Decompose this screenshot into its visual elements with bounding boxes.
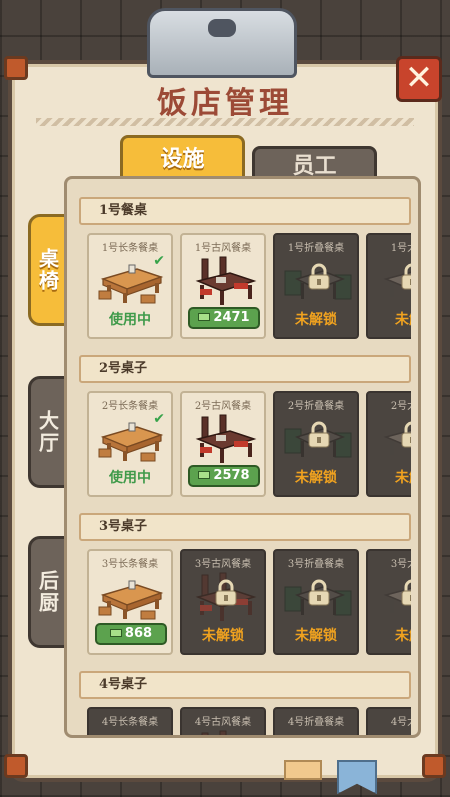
price-value: 868 bbox=[124, 626, 153, 641]
checkmark-icon: ✔ bbox=[153, 253, 165, 269]
table-section: 2号桌子2号长条餐桌✔使用中2号古风餐桌25782号折叠餐桌未解锁2号大理未解 bbox=[79, 355, 411, 503]
ancient-table-icon bbox=[190, 729, 260, 735]
in-use-label: 使用中 bbox=[109, 312, 151, 328]
cash-icon bbox=[198, 313, 211, 321]
card-name: 2号大理 bbox=[390, 401, 411, 412]
card-row: 1号长条餐桌✔使用中1号古风餐桌24711号折叠餐桌未解锁1号大理未解 bbox=[79, 225, 411, 345]
card-name: 2号古风餐桌 bbox=[194, 401, 252, 412]
clipboard-clip bbox=[147, 8, 297, 78]
lock-icon bbox=[398, 737, 411, 738]
bottom-tab[interactable] bbox=[284, 760, 322, 780]
board-corner-bottom-right bbox=[422, 754, 446, 778]
lock-icon bbox=[398, 421, 411, 449]
lock-icon bbox=[305, 579, 333, 607]
locked-label: 未解锁 bbox=[295, 628, 337, 644]
board-corner-top-left bbox=[4, 56, 28, 80]
table-card[interactable]: 3号折叠餐桌未解锁 bbox=[273, 549, 359, 655]
price-value: 2578 bbox=[213, 468, 250, 483]
card-name: 4号折叠餐桌 bbox=[287, 717, 345, 728]
folding-table-icon bbox=[283, 729, 353, 735]
side-tab-hall[interactable]: 大厅 bbox=[28, 376, 68, 488]
price-value: 2471 bbox=[213, 310, 250, 325]
table-card[interactable]: 2号古风餐桌 2578 bbox=[180, 391, 266, 497]
locked-label: 未解 bbox=[395, 312, 411, 328]
card-row: 4号长条餐桌 4号古风餐桌 4号折叠餐桌 4号大理 bbox=[79, 699, 411, 738]
card-name: 4号长条餐桌 bbox=[101, 717, 159, 728]
card-name: 4号古风餐桌 bbox=[194, 717, 252, 728]
facility-list-panel[interactable]: 1号餐桌1号长条餐桌✔使用中1号古风餐桌24711号折叠餐桌未解锁1号大理未解2… bbox=[64, 176, 421, 738]
table-section: 1号餐桌1号长条餐桌✔使用中1号古风餐桌24711号折叠餐桌未解锁1号大理未解 bbox=[79, 197, 411, 345]
locked-label: 未解 bbox=[395, 470, 411, 486]
card-name: 3号折叠餐桌 bbox=[287, 559, 345, 570]
card-name: 3号大理 bbox=[390, 559, 411, 570]
table-card[interactable]: 2号大理未解 bbox=[366, 391, 411, 497]
title-divider bbox=[36, 118, 414, 126]
buy-button[interactable]: 2578 bbox=[188, 465, 260, 487]
locked-label: 未解锁 bbox=[202, 628, 244, 644]
table-card[interactable]: 1号长条餐桌 ✔ 使用中 bbox=[87, 233, 173, 339]
lock-icon bbox=[212, 737, 240, 738]
card-name: 1号大理 bbox=[390, 243, 411, 254]
table-card[interactable]: 3号大理未解 bbox=[366, 549, 411, 655]
lock-icon bbox=[119, 737, 147, 738]
lock-icon bbox=[305, 263, 333, 291]
section-header: 3号桌子 bbox=[79, 513, 411, 541]
card-name: 1号长条餐桌 bbox=[101, 243, 159, 254]
table-card[interactable]: 2号长条餐桌 ✔ 使用中 bbox=[87, 391, 173, 497]
card-row: 3号长条餐桌8683号古风餐桌未解锁3号折叠餐桌未解锁3号大理未解 bbox=[79, 541, 411, 661]
ancient-table-icon bbox=[190, 413, 260, 465]
card-name: 3号古风餐桌 bbox=[194, 559, 252, 570]
table-card[interactable]: 3号古风餐桌未解锁 bbox=[180, 549, 266, 655]
locked-label: 未解锁 bbox=[295, 470, 337, 486]
table-section: 4号桌子 4号长条餐桌 4号古风餐桌 4号折叠餐桌 4号大理 bbox=[79, 671, 411, 738]
lock-icon bbox=[305, 421, 333, 449]
long-table-icon bbox=[97, 729, 167, 735]
table-card[interactable]: 4号长条餐桌 bbox=[87, 707, 173, 738]
board-corner-bottom-left bbox=[4, 754, 28, 778]
page-title: 饭店管理 bbox=[157, 86, 293, 121]
close-button[interactable]: ✕ bbox=[396, 56, 442, 102]
table-card[interactable]: 1号古风餐桌 2471 bbox=[180, 233, 266, 339]
cash-icon bbox=[198, 471, 211, 479]
card-name: 3号长条餐桌 bbox=[101, 559, 159, 570]
section-header: 4号桌子 bbox=[79, 671, 411, 699]
long-table-icon bbox=[97, 571, 167, 623]
section-header: 2号桌子 bbox=[79, 355, 411, 383]
section-header: 1号餐桌 bbox=[79, 197, 411, 225]
checkmark-icon: ✔ bbox=[153, 411, 165, 427]
card-row: 2号长条餐桌✔使用中2号古风餐桌25782号折叠餐桌未解锁2号大理未解 bbox=[79, 383, 411, 503]
card-name: 1号折叠餐桌 bbox=[287, 243, 345, 254]
lock-icon bbox=[305, 737, 333, 738]
buy-button[interactable]: 868 bbox=[95, 623, 167, 645]
card-name: 1号古风餐桌 bbox=[194, 243, 252, 254]
table-card[interactable]: 1号折叠餐桌未解锁 bbox=[273, 233, 359, 339]
lock-icon bbox=[398, 579, 411, 607]
side-tab-kitchen[interactable]: 后厨 bbox=[28, 536, 68, 648]
locked-label: 未解 bbox=[395, 628, 411, 644]
cash-icon bbox=[109, 629, 122, 637]
table-card[interactable]: 4号古风餐桌 bbox=[180, 707, 266, 738]
table-card[interactable]: 1号大理未解 bbox=[366, 233, 411, 339]
card-name: 2号长条餐桌 bbox=[101, 401, 159, 412]
lock-icon bbox=[398, 263, 411, 291]
locked-label: 未解锁 bbox=[295, 312, 337, 328]
marble-table-icon bbox=[376, 729, 411, 735]
side-tab-tables-chairs[interactable]: 桌椅 bbox=[28, 214, 68, 326]
table-card[interactable]: 3号长条餐桌 868 bbox=[87, 549, 173, 655]
table-section: 3号桌子3号长条餐桌8683号古风餐桌未解锁3号折叠餐桌未解锁3号大理未解 bbox=[79, 513, 411, 661]
lock-icon bbox=[212, 579, 240, 607]
table-card[interactable]: 2号折叠餐桌未解锁 bbox=[273, 391, 359, 497]
in-use-label: 使用中 bbox=[109, 470, 151, 486]
card-name: 4号大理 bbox=[390, 717, 411, 728]
table-card[interactable]: 4号折叠餐桌 bbox=[273, 707, 359, 738]
buy-button[interactable]: 2471 bbox=[188, 307, 260, 329]
ancient-table-icon bbox=[190, 255, 260, 307]
card-name: 2号折叠餐桌 bbox=[287, 401, 345, 412]
table-card[interactable]: 4号大理 bbox=[366, 707, 411, 738]
